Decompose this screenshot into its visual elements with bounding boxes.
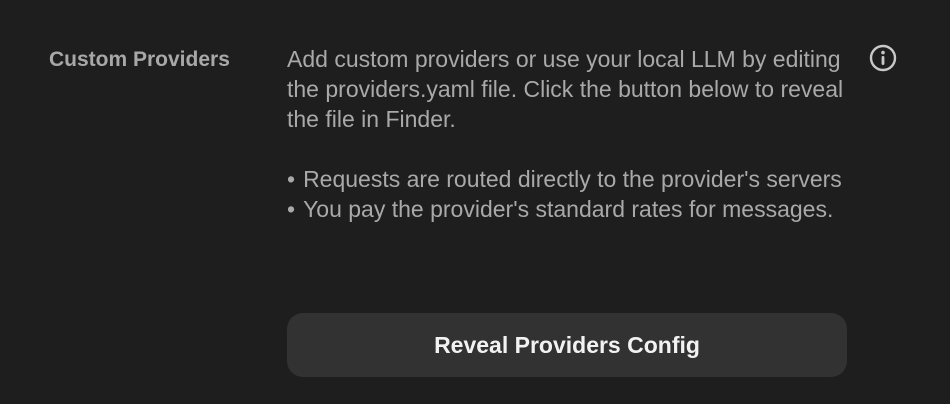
- custom-providers-description: Add custom providers or use your local L…: [287, 46, 844, 132]
- custom-providers-settings-row: Custom Providers Add custom providers or…: [0, 0, 950, 404]
- bullet-text: Requests are routed directly to the prov…: [303, 166, 842, 192]
- list-item: • Requests are routed directly to the pro…: [287, 164, 847, 194]
- custom-providers-content: Add custom providers or use your local L…: [287, 44, 847, 224]
- bullet-text: You pay the provider's standard rates fo…: [303, 196, 834, 222]
- bullet-glyph: •: [287, 166, 296, 192]
- bullet-glyph: •: [287, 196, 296, 222]
- info-icon[interactable]: [869, 44, 897, 72]
- custom-providers-label: Custom Providers: [49, 48, 230, 71]
- list-item: • You pay the provider's standard rates f…: [287, 194, 847, 224]
- reveal-providers-config-button[interactable]: Reveal Providers Config: [287, 313, 847, 377]
- custom-providers-bullet-list: • Requests are routed directly to the pro…: [287, 164, 847, 224]
